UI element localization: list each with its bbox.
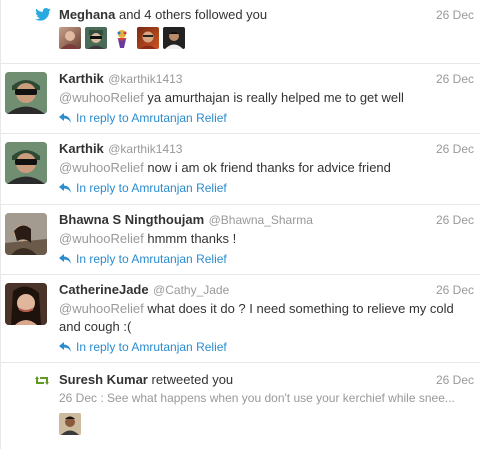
follower-avatar[interactable] bbox=[59, 27, 81, 49]
tweet-date[interactable]: 26 Dec bbox=[436, 142, 474, 156]
user-handle[interactable]: @karthik1413 bbox=[108, 142, 182, 156]
follow-notification[interactable]: Meghana and 4 others followed you 26 Dec bbox=[1, 0, 480, 64]
in-reply-to-text[interactable]: In reply to Amrutanjan Relief bbox=[76, 252, 227, 266]
retweet-text: retweeted you bbox=[151, 372, 234, 387]
mention-link[interactable]: @wuhooRelief bbox=[59, 160, 144, 175]
follower-name[interactable]: Meghana bbox=[59, 7, 115, 22]
follower-avatar[interactable] bbox=[111, 27, 133, 49]
user-name[interactable]: Karthik bbox=[59, 141, 104, 156]
tweet-header: Karthik @karthik1413 bbox=[59, 70, 182, 88]
in-reply-to-link[interactable]: In reply to Amrutanjan Relief bbox=[59, 252, 227, 266]
follower-avatar[interactable] bbox=[137, 27, 159, 49]
tweet-text-line-2: and cough :( bbox=[59, 319, 132, 334]
retweeted-tweet-snippet[interactable]: 26 Dec : See what happens when you don't… bbox=[59, 391, 455, 405]
user-avatar[interactable] bbox=[5, 213, 47, 255]
user-handle[interactable]: @Cathy_Jade bbox=[153, 283, 229, 297]
retweeter-name[interactable]: Suresh Kumar bbox=[59, 372, 148, 387]
user-name[interactable]: Bhawna S Ningthoujam bbox=[59, 212, 204, 227]
tweet-text-line: @wuhooRelief ya amurthajan is really hel… bbox=[59, 90, 404, 105]
retweet-icon bbox=[35, 376, 49, 385]
in-reply-to-text[interactable]: In reply to Amrutanjan Relief bbox=[76, 340, 227, 354]
tweet-text: now i am ok friend thanks for advice fri… bbox=[147, 160, 391, 175]
user-name[interactable]: CatherineJade bbox=[59, 282, 149, 297]
tweet-date[interactable]: 26 Dec bbox=[436, 72, 474, 86]
in-reply-to-link[interactable]: In reply to Amrutanjan Relief bbox=[59, 181, 227, 195]
follow-date[interactable]: 26 Dec bbox=[436, 8, 474, 22]
tweet-header: Bhawna S Ningthoujam @Bhawna_Sharma bbox=[59, 211, 313, 229]
tweet-text-line: @wuhooRelief now i am ok friend thanks f… bbox=[59, 160, 391, 175]
tweet-header: Karthik @karthik1413 bbox=[59, 140, 182, 158]
mention-tweet[interactable]: CatherineJade @Cathy_Jade 26 Dec @wuhooR… bbox=[1, 275, 480, 363]
mention-link[interactable]: @wuhooRelief bbox=[59, 90, 144, 105]
reply-arrow-icon bbox=[59, 113, 71, 123]
tweet-text: ya amurthajan is really helped me to get… bbox=[147, 90, 404, 105]
twitter-bird-icon bbox=[35, 8, 51, 21]
follower-avatar[interactable] bbox=[163, 27, 185, 49]
user-avatar[interactable] bbox=[5, 72, 47, 114]
user-avatar[interactable] bbox=[5, 283, 47, 325]
tweet-header: CatherineJade @Cathy_Jade bbox=[59, 281, 229, 299]
in-reply-to-link[interactable]: In reply to Amrutanjan Relief bbox=[59, 111, 227, 125]
reply-arrow-icon bbox=[59, 342, 71, 352]
user-handle[interactable]: @karthik1413 bbox=[108, 72, 182, 86]
mention-tweet[interactable]: Karthik @karthik1413 26 Dec @wuhooRelief… bbox=[1, 64, 480, 134]
follow-text: and 4 others followed you bbox=[118, 7, 268, 22]
retweet-text-line: Suresh Kumar retweeted you bbox=[59, 372, 233, 387]
mention-link[interactable]: @wuhooRelief bbox=[59, 231, 144, 246]
retweeter-avatar[interactable] bbox=[59, 413, 81, 435]
follower-avatar[interactable] bbox=[85, 27, 107, 49]
user-avatar[interactable] bbox=[5, 142, 47, 184]
retweet-date[interactable]: 26 Dec bbox=[436, 373, 474, 387]
notification-feed: Meghana and 4 others followed you 26 Dec bbox=[0, 0, 480, 449]
tweet-date[interactable]: 26 Dec bbox=[436, 283, 474, 297]
mention-tweet[interactable]: Karthik @karthik1413 26 Dec @wuhooRelief… bbox=[1, 134, 480, 205]
mention-tweet[interactable]: Bhawna S Ningthoujam @Bhawna_Sharma 26 D… bbox=[1, 205, 480, 275]
follower-avatars bbox=[59, 27, 185, 49]
reply-arrow-icon bbox=[59, 183, 71, 193]
in-reply-to-link[interactable]: In reply to Amrutanjan Relief bbox=[59, 340, 227, 354]
tweet-text-line: @wuhooRelief what does it do ? I need so… bbox=[59, 301, 454, 316]
tweet-text: what does it do ? I need something to re… bbox=[147, 301, 454, 316]
in-reply-to-text[interactable]: In reply to Amrutanjan Relief bbox=[76, 111, 227, 125]
reply-arrow-icon bbox=[59, 254, 71, 264]
tweet-text-line: @wuhooRelief hmmm thanks ! bbox=[59, 231, 236, 246]
retweet-notification[interactable]: Suresh Kumar retweeted you 26 Dec 26 Dec… bbox=[1, 363, 480, 449]
mention-link[interactable]: @wuhooRelief bbox=[59, 301, 144, 316]
user-name[interactable]: Karthik bbox=[59, 71, 104, 86]
user-handle[interactable]: @Bhawna_Sharma bbox=[209, 213, 313, 227]
follow-text-line: Meghana and 4 others followed you bbox=[59, 7, 267, 22]
tweet-text: hmmm thanks ! bbox=[147, 231, 237, 246]
in-reply-to-text[interactable]: In reply to Amrutanjan Relief bbox=[76, 181, 227, 195]
tweet-date[interactable]: 26 Dec bbox=[436, 213, 474, 227]
